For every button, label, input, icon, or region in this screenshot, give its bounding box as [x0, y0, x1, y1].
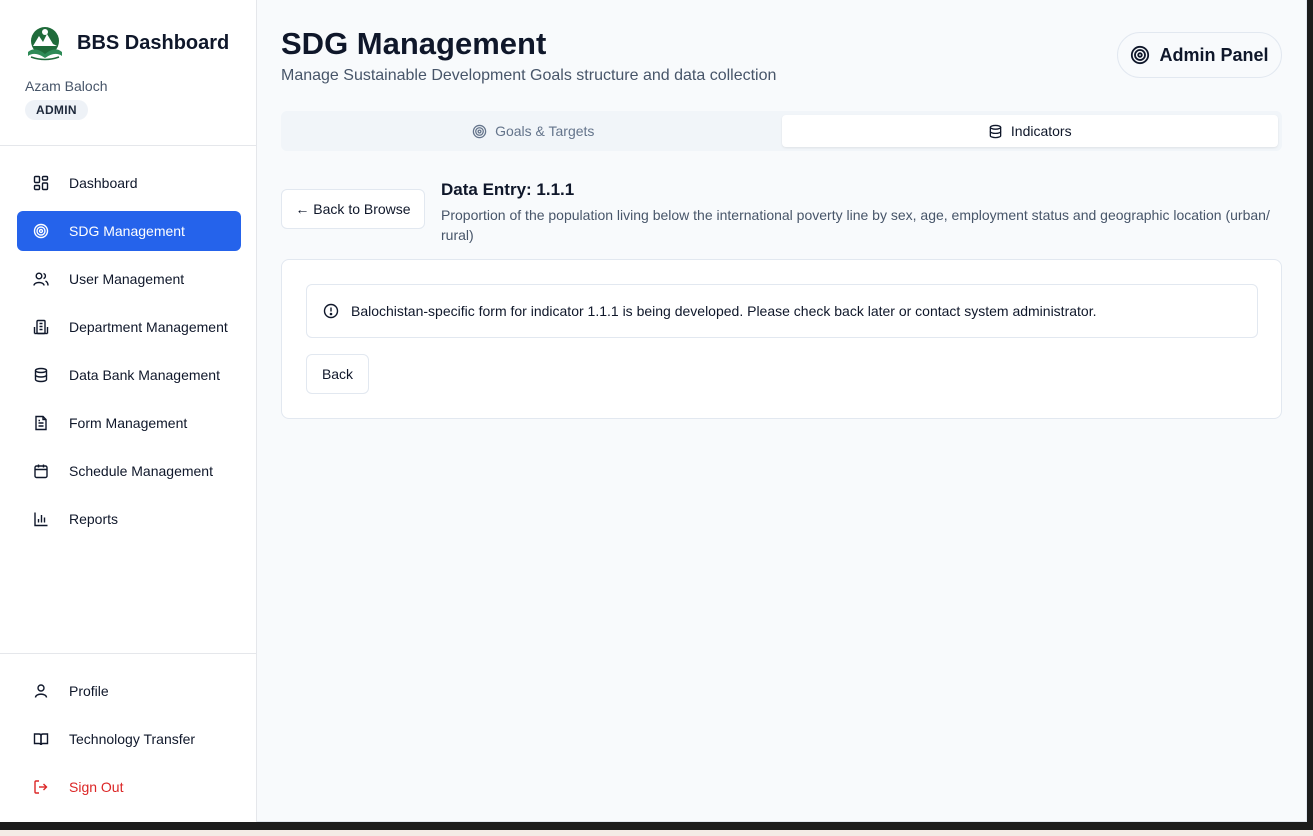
back-to-browse-button[interactable]: ← Back to Browse: [281, 189, 425, 229]
sidebar-item-label: Department Management: [69, 319, 228, 335]
bar-chart-icon: [33, 511, 49, 527]
tab-goals-targets[interactable]: Goals & Targets: [285, 115, 782, 147]
window-right-edge: [1307, 0, 1313, 830]
info-alert: Balochistan-specific form for indicator …: [306, 284, 1258, 338]
sidebar-item-form-management[interactable]: Form Management: [17, 403, 241, 443]
back-button[interactable]: Back: [306, 354, 369, 394]
tab-label: Indicators: [1010, 123, 1072, 139]
sidebar-item-label: Data Bank Management: [69, 367, 220, 383]
database-icon: [33, 367, 49, 383]
target-icon: [1131, 45, 1150, 65]
tab-indicators[interactable]: Indicators: [781, 115, 1278, 147]
sidebar-item-dashboard[interactable]: Dashboard: [17, 163, 241, 203]
tab-list: Goals & Targets Indicators: [281, 111, 1282, 151]
sidebar-item-department-management[interactable]: Department Management: [17, 307, 241, 347]
admin-panel-label: Admin Panel: [1159, 44, 1269, 65]
app-window: BBS Dashboard Azam Baloch ADMIN Dashboar…: [0, 0, 1307, 822]
calendar-icon: [33, 463, 49, 479]
user-name: Azam Baloch: [25, 78, 108, 94]
target-icon: [33, 223, 49, 239]
sidebar-divider: [0, 653, 257, 654]
sidebar-item-label: SDG Management: [69, 223, 185, 239]
grid-icon: [33, 175, 49, 191]
sidebar-item-label: Profile: [69, 683, 109, 699]
sidebar-item-label: Dashboard: [69, 175, 138, 191]
sidebar-item-label: User Management: [69, 271, 185, 287]
sidebar-item-technology-transfer[interactable]: Technology Transfer: [17, 719, 241, 759]
sidebar-bottom-nav: Profile Technology Transfer Sign Out: [17, 671, 241, 815]
sidebar-item-sign-out[interactable]: Sign Out: [17, 767, 241, 807]
sidebar-item-user-management[interactable]: User Management: [17, 259, 241, 299]
building-icon: [33, 319, 49, 335]
sidebar-item-label: Schedule Management: [69, 463, 213, 479]
alert-message: Balochistan-specific form for indicator …: [351, 303, 1097, 319]
sidebar-item-profile[interactable]: Profile: [17, 671, 241, 711]
sidebar-nav: Dashboard SDG Management User Management…: [17, 163, 241, 547]
window-bottom-edge: [0, 822, 1307, 830]
sidebar-item-sdg-management[interactable]: SDG Management: [17, 211, 241, 251]
data-entry-title: Data Entry: 1.1.1: [441, 180, 575, 199]
bbs-logo-icon: [28, 27, 62, 61]
sidebar-item-label: Form Management: [69, 415, 188, 431]
page-title: SDG Management: [281, 26, 547, 61]
sidebar-item-data-bank-management[interactable]: Data Bank Management: [17, 355, 241, 395]
database-icon: [989, 124, 1002, 138]
target-icon: [472, 124, 487, 138]
role-badge: ADMIN: [25, 100, 88, 120]
indicator-description: Proportion of the population living belo…: [441, 207, 1270, 243]
tab-label: Goals & Targets: [495, 123, 595, 139]
sidebar-item-label: Sign Out: [69, 779, 124, 795]
sidebar-divider: [0, 145, 257, 146]
alert-circle-icon: [323, 303, 339, 319]
data-entry-card: Balochistan-specific form for indicator …: [281, 259, 1282, 419]
sidebar: BBS Dashboard Azam Baloch ADMIN Dashboar…: [0, 0, 257, 822]
file-text-icon: [33, 415, 49, 431]
brand: BBS Dashboard: [25, 24, 229, 62]
sidebar-item-schedule-management[interactable]: Schedule Management: [17, 451, 241, 491]
sidebar-item-label: Reports: [69, 511, 119, 527]
brand-title: BBS Dashboard: [77, 31, 230, 54]
book-open-icon: [33, 731, 49, 747]
user-icon: [33, 683, 49, 699]
sidebar-item-label: Technology Transfer: [69, 731, 196, 747]
admin-panel-badge[interactable]: Admin Panel: [1117, 32, 1282, 78]
page-subtitle: Manage Sustainable Development Goals str…: [281, 67, 777, 84]
sidebar-item-reports[interactable]: Reports: [17, 499, 241, 539]
users-icon: [33, 271, 49, 287]
log-out-icon: [33, 779, 49, 795]
